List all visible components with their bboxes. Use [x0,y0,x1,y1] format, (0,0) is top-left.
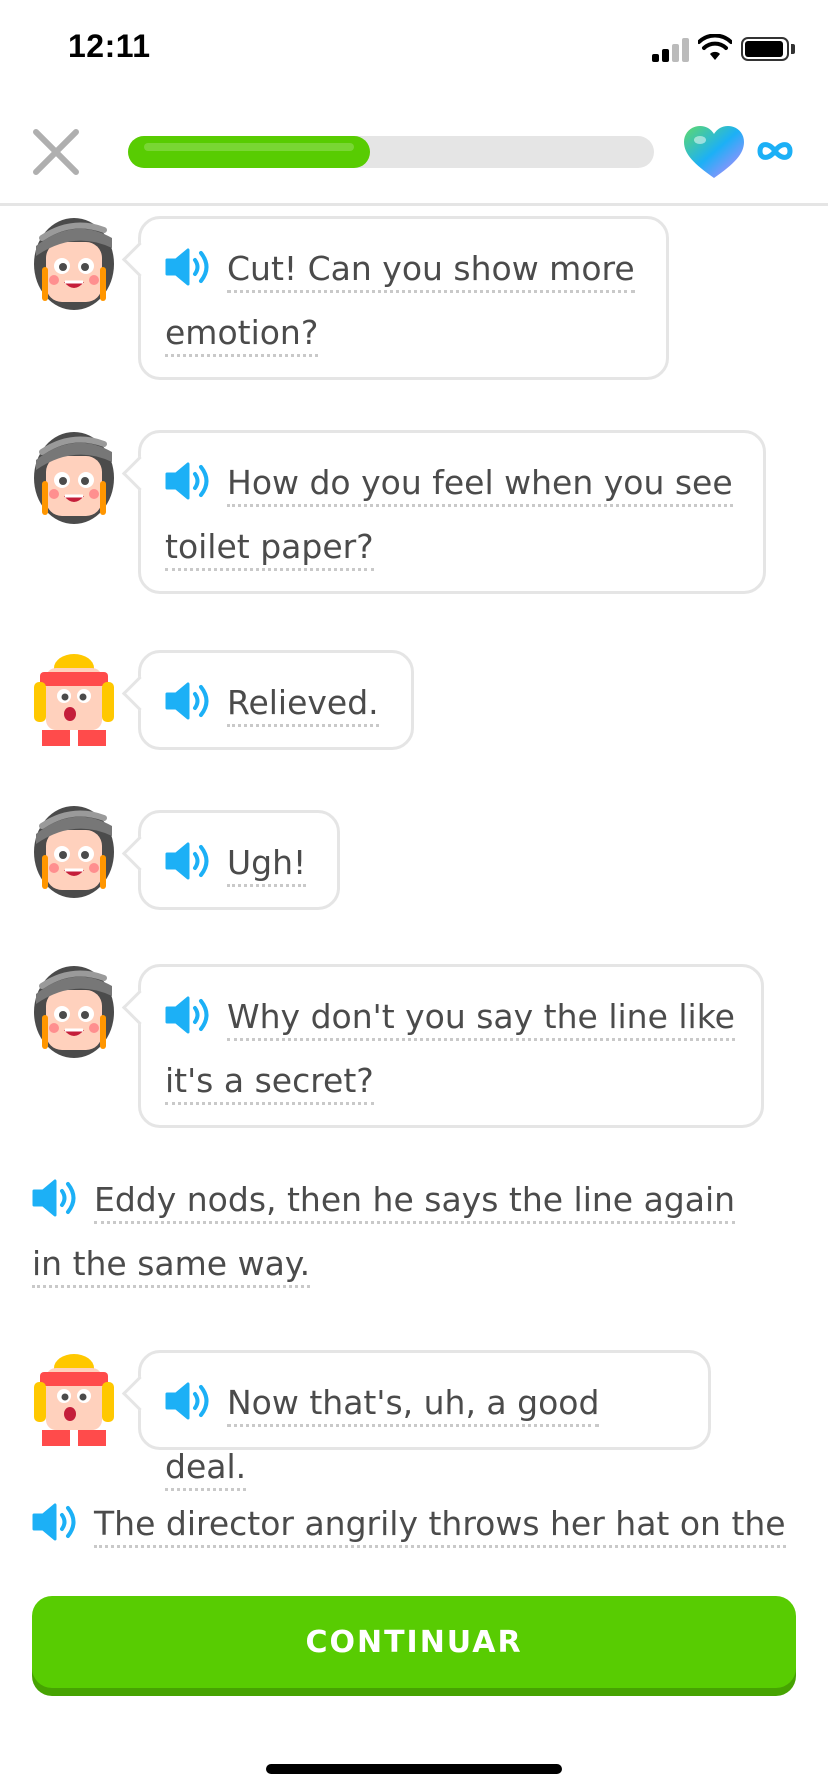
close-icon[interactable] [30,126,82,178]
speech-bubble: Cut! Can you show more emotion? [138,216,669,380]
speaker-icon[interactable] [165,247,213,287]
infinity-hearts-icon: ∞ [757,142,793,160]
speaker-icon[interactable] [165,995,213,1035]
message-text[interactable]: Relieved. [227,683,379,727]
speaker-icon[interactable] [32,1502,80,1542]
battery-icon [741,37,789,61]
speech-bubble: How do you feel when you see toilet pape… [138,430,766,594]
message-text[interactable]: Cut! Can you show more emotion? [165,249,635,357]
story-chat[interactable]: Cut! Can you show more emotion? How do y… [0,206,828,1566]
eddy-avatar [32,650,116,750]
heart-icon[interactable] [684,126,744,180]
speech-bubble: Relieved. [138,650,414,750]
continue-button[interactable]: CONTINUAR [32,1596,796,1688]
speech-bubble: Now that's, uh, a good deal. [138,1350,711,1491]
message-text[interactable]: Now that's, uh, a good deal. [165,1383,600,1491]
director-avatar [32,800,116,900]
director-avatar [32,426,116,526]
narration-line: The director angrily throws her hat on t… [32,1492,812,1556]
progress-fill [128,136,370,168]
progress-highlight [144,143,354,151]
speaker-icon[interactable] [165,461,213,501]
message-text[interactable]: Ugh! [227,843,307,887]
message-text[interactable]: Why don't you say the line like it's a s… [165,997,735,1105]
speech-bubble: Why don't you say the line like it's a s… [138,964,764,1128]
status-bar: 12:11 [0,0,828,100]
home-indicator[interactable] [266,1764,562,1774]
director-avatar [32,960,116,1060]
director-avatar [32,212,116,312]
lesson-progress-bar [128,136,654,168]
narration-text[interactable]: Eddy nods, then he says the line again i… [32,1180,736,1288]
speech-bubble: Ugh! [138,810,340,910]
message-text[interactable]: How do you feel when you see toilet pape… [165,463,733,571]
wifi-icon [698,34,732,60]
speaker-icon[interactable] [165,1381,213,1421]
battery-tip [791,44,795,54]
speaker-icon[interactable] [32,1178,80,1218]
lesson-header: ∞ [0,100,828,206]
status-time: 12:11 [68,28,151,64]
eddy-avatar [32,1350,116,1450]
speaker-icon[interactable] [165,681,213,721]
narration-line: Eddy nods, then he says the line again i… [32,1168,772,1296]
narration-text[interactable]: The director angrily throws her hat on t… [94,1504,786,1548]
cellular-signal-icon [652,38,690,62]
speaker-icon[interactable] [165,841,213,881]
